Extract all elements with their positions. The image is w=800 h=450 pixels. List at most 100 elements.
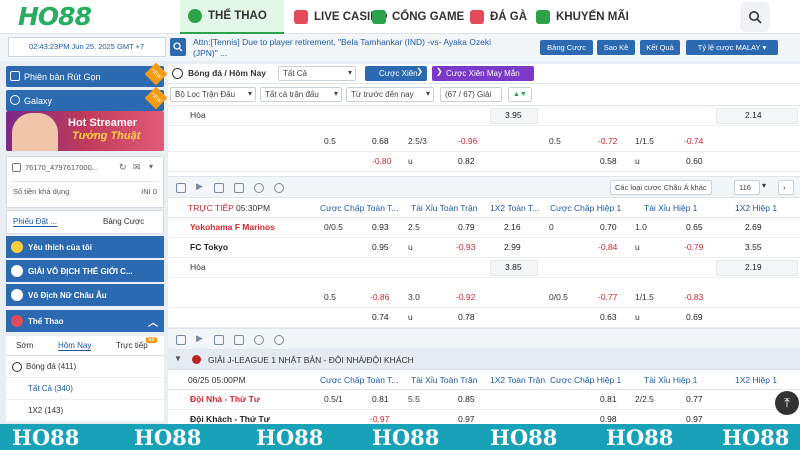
odds-value[interactable]: 0.81 xyxy=(372,394,389,404)
more-markets-select[interactable]: 116 xyxy=(734,180,760,195)
odds-value[interactable]: 2.99 xyxy=(504,242,521,252)
scroll-top-button[interactable]: ⤒ xyxy=(775,391,799,415)
nav-sports[interactable]: THỂ THAO xyxy=(180,0,284,34)
lucky-parlay-button[interactable]: ❯ Cược Xiên May Mắn xyxy=(432,66,534,81)
odds-value[interactable]: 0.69 xyxy=(686,312,703,322)
search-button[interactable] xyxy=(740,2,770,32)
brand-logo[interactable]: HO88 xyxy=(18,2,92,31)
odds-value[interactable]: 0.97 xyxy=(686,414,703,424)
odds-value[interactable]: -0.86 xyxy=(370,292,389,302)
refresh-icon[interactable]: ↻ xyxy=(119,162,127,173)
odds-value[interactable]: -0.84 xyxy=(598,242,617,252)
stats-icon[interactable] xyxy=(176,335,186,345)
odds-value[interactable]: -0.77 xyxy=(598,292,617,302)
match-search-button[interactable] xyxy=(170,38,186,56)
tab-today[interactable]: Hôm Nay xyxy=(58,341,92,351)
euro-women-section[interactable]: Vô Địch Nữ Châu Âu xyxy=(6,284,164,306)
galaxy-button[interactable]: Galaxy NEW xyxy=(6,86,168,111)
odds-value[interactable]: 0.78 xyxy=(458,312,475,322)
odds-value[interactable]: 0.70 xyxy=(600,222,617,232)
user-icon xyxy=(12,163,21,172)
odds-value[interactable]: 2.69 xyxy=(745,222,762,232)
odds-cell[interactable]: 3.85 xyxy=(490,260,538,276)
odds-cell[interactable]: 2.19 xyxy=(716,260,798,276)
results-button[interactable]: Kết Quả xyxy=(640,40,680,55)
odds-value[interactable]: -0.96 xyxy=(458,136,477,146)
clock-icon[interactable] xyxy=(274,183,284,193)
odds-value[interactable]: 0.63 xyxy=(600,312,617,322)
market-filter-select[interactable]: Tất Cả ▾ xyxy=(278,66,356,81)
odds-value[interactable]: 2.16 xyxy=(504,222,521,232)
all-matches-select[interactable]: Tất cả trận đấu ▾ xyxy=(260,87,342,102)
world-cup-section[interactable]: GIẢI VÔ ĐỊCH THẾ GIỚI C... xyxy=(6,260,164,282)
sports-label: Thể Thao xyxy=(28,316,64,326)
statement-button[interactable]: Sao Kê xyxy=(597,40,635,55)
odds-cell[interactable]: 3.95 xyxy=(490,108,538,124)
odds-value[interactable]: -0.93 xyxy=(456,242,475,252)
collapse-icon[interactable]: ▼ xyxy=(174,354,182,363)
clock-icon[interactable] xyxy=(274,335,284,345)
bet-list-button[interactable]: Bảng Cược xyxy=(540,40,593,55)
chart-icon[interactable] xyxy=(234,335,244,345)
sport-item-1x2[interactable]: 1X2 (143) xyxy=(6,400,164,422)
refresh-icon[interactable] xyxy=(254,335,264,345)
asian-odds-select[interactable]: Các loại cược Châu Á khác xyxy=(610,180,712,195)
refresh-icon[interactable] xyxy=(254,183,264,193)
odds-value[interactable]: -0.79 xyxy=(684,242,703,252)
odds-value[interactable]: -0.80 xyxy=(372,156,391,166)
chart-icon[interactable] xyxy=(234,183,244,193)
odds-value[interactable]: 0.79 xyxy=(458,222,475,232)
live-match-block: Yokohama F Marinos 0/0.5 0.93 2.5 0.79 2… xyxy=(168,218,800,330)
nav-game[interactable]: CỔNG GAME xyxy=(372,0,464,34)
odds-value[interactable]: 0.65 xyxy=(686,222,703,232)
odds-value[interactable]: 0.58 xyxy=(600,156,617,166)
odds-value[interactable]: 0.85 xyxy=(458,394,475,404)
tab-live[interactable]: Trực tiếp xyxy=(116,341,148,350)
hot-streamer-banner[interactable]: Hot Streamer Tưởng Thuật xyxy=(6,111,164,151)
odds-value[interactable]: -0.74 xyxy=(684,136,703,146)
odds-value[interactable]: 0.68 xyxy=(372,136,389,146)
odds-value[interactable]: 0.95 xyxy=(372,242,389,252)
announcement-ticker[interactable]: Attn:[Tennis] Due to player retirement, … xyxy=(193,37,533,59)
odds-value[interactable]: 3.55 xyxy=(745,242,762,252)
play-icon[interactable]: ▶ xyxy=(196,333,203,344)
parlay-button[interactable]: Cược Xiên ❯ xyxy=(365,66,427,81)
odds-sort-button[interactable]: ▲▼ xyxy=(508,87,532,102)
odds-value[interactable]: -0.92 xyxy=(456,292,475,302)
league-count-select[interactable]: (67 / 67) Giải xyxy=(440,87,502,102)
board-icon[interactable] xyxy=(214,183,224,193)
sport-item-all[interactable]: Tất Cả (340) xyxy=(6,378,164,400)
main-content: Bóng đá / Hôm Nay Tất Cả ▾ Cược Xiên ❯ ❯… xyxy=(168,64,800,424)
sort-select[interactable]: Từ trước đến nay ▾ xyxy=(346,87,434,102)
odds-value[interactable]: 0.98 xyxy=(600,414,617,424)
odds-value[interactable]: 0.97 xyxy=(458,414,475,424)
odds-value[interactable]: 0.77 xyxy=(686,394,703,404)
play-icon[interactable]: ▶ xyxy=(196,181,203,192)
board-icon[interactable] xyxy=(214,335,224,345)
odds-value[interactable]: 0.74 xyxy=(372,312,389,322)
mobile-version-button[interactable]: Phiên bản Rút Gọn NEW xyxy=(6,62,168,87)
expand-button[interactable]: › xyxy=(778,180,794,195)
odds-type-select[interactable]: Tỷ lệ cược MALAY ▾ xyxy=(686,40,778,55)
match-filter-select[interactable]: Bộ Lọc Trận Đấu ▾ xyxy=(170,87,256,102)
tab-betslip[interactable]: Phiếu Đặt ... xyxy=(13,217,58,227)
odds-value[interactable]: 0.81 xyxy=(600,394,617,404)
odds-value[interactable]: -0.83 xyxy=(684,292,703,302)
nav-promotions[interactable]: KHUYẾN MÃI xyxy=(536,0,629,34)
odds-value[interactable]: 0.93 xyxy=(372,222,389,232)
tab-early[interactable]: Sớm xyxy=(16,341,33,350)
sports-section[interactable]: Thể Thao ︿ xyxy=(6,310,164,332)
odds-value[interactable]: -0.97 xyxy=(370,414,389,424)
stats-icon[interactable] xyxy=(176,183,186,193)
odds-value[interactable]: 0.60 xyxy=(686,156,703,166)
odds-value[interactable]: -0.72 xyxy=(598,136,617,146)
odds-value[interactable]: 0.82 xyxy=(458,156,475,166)
nav-cockfight[interactable]: ĐÁ GÀ xyxy=(470,0,527,34)
odds-cell[interactable]: 2.14 xyxy=(716,108,798,124)
mail-icon[interactable]: ✉ xyxy=(133,162,141,173)
chevron-down-icon[interactable]: ▾ xyxy=(149,162,153,171)
favorites-section[interactable]: Yêu thích của tôi xyxy=(6,236,164,258)
tab-bet-list[interactable]: Bảng Cược xyxy=(103,217,144,226)
sport-item-football[interactable]: Bóng đá (411) xyxy=(6,356,164,378)
league-header[interactable]: ▼ GIẢI J-LEAGUE 1 NHẬT BẢN - ĐỘI NHÀ/ĐỘI… xyxy=(168,350,800,370)
